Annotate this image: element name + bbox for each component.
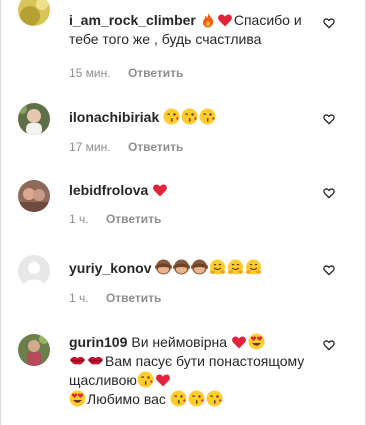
hugging-face-emoji [228, 259, 244, 275]
reply-button[interactable]: Ответить [106, 291, 161, 305]
comment-body-part2: Вам пасує бути понастоящому щасливою [69, 353, 305, 388]
comment-time[interactable]: 1 ч. [69, 212, 89, 226]
avatar[interactable] [18, 0, 50, 26]
comment-time[interactable]: 1 ч. [69, 291, 89, 305]
fire-emoji [202, 13, 214, 28]
comment-username[interactable]: lebidfrolova [69, 182, 148, 198]
avatar-image [18, 180, 50, 212]
comment-meta: 15 мин. Ответить [69, 66, 183, 80]
hugging-face-emoji [210, 259, 226, 275]
comment-text: lebidfrolova [69, 181, 314, 200]
hugging-face-emoji [246, 259, 262, 275]
heart-eyes-face-emoji [69, 390, 86, 407]
comment-text: ilonachibiriak [69, 108, 314, 127]
comment-username[interactable]: gurin109 [69, 334, 127, 350]
kissing-face-emoji [181, 108, 198, 125]
comment-time[interactable]: 17 мин. [69, 140, 111, 154]
comment-meta: 17 мин. Ответить [69, 140, 183, 154]
kissing-face-emoji [206, 390, 223, 407]
like-heart-icon[interactable] [323, 187, 335, 199]
red-heart-emoji [153, 184, 168, 197]
comment-username[interactable]: i_am_rock_climber [69, 12, 196, 28]
red-heart-emoji [217, 14, 232, 27]
like-heart-icon[interactable] [323, 113, 335, 125]
comment-text: i_am_rock_climber Спасибо и тебе того же … [69, 11, 314, 49]
comment-username[interactable]: yuriy_konov [69, 260, 151, 276]
comment-meta: 1 ч. Ответить [69, 212, 161, 226]
kiss-lips-emoji [88, 356, 103, 365]
left-border [0, 0, 1, 425]
kissing-face-emoji [199, 108, 216, 125]
kiss-lips-emoji [70, 356, 85, 365]
red-heart-emoji [155, 374, 170, 387]
avatar[interactable] [18, 334, 50, 366]
like-heart-icon[interactable] [323, 17, 335, 29]
like-heart-icon[interactable] [323, 264, 335, 276]
comment-text: yuriy_konov [69, 259, 314, 278]
comment-body-part3: Любимо вас [87, 391, 166, 407]
avatar-image [18, 255, 50, 287]
kissing-face-emoji [137, 371, 154, 388]
see-no-evil-monkey-emoji [173, 259, 191, 275]
avatar-image [18, 0, 50, 26]
red-heart-emoji [232, 336, 246, 349]
avatar-image [18, 103, 50, 135]
avatar[interactable] [18, 255, 50, 287]
reply-button[interactable]: Ответить [106, 212, 161, 226]
kissing-face-emoji [163, 108, 180, 125]
comment-text: gurin109 Ви неймовірна Вам пасує бути пон… [69, 333, 314, 409]
comment-meta: 1 ч. Ответить [69, 291, 161, 305]
like-heart-icon[interactable] [323, 339, 335, 351]
kissing-face-emoji [188, 390, 205, 407]
avatar[interactable] [18, 180, 50, 212]
heart-eyes-face-emoji [248, 333, 265, 350]
see-no-evil-monkey-emoji [191, 259, 209, 275]
avatar-image [18, 334, 50, 366]
see-no-evil-monkey-emoji [155, 259, 173, 275]
avatar[interactable] [18, 103, 50, 135]
comment-time[interactable]: 15 мин. [69, 66, 111, 80]
comment-body-part1: Ви неймовірна [131, 334, 228, 350]
reply-button[interactable]: Ответить [128, 140, 183, 154]
kissing-face-emoji [170, 390, 187, 407]
comment-username[interactable]: ilonachibiriak [69, 109, 159, 125]
reply-button[interactable]: Ответить [128, 66, 183, 80]
